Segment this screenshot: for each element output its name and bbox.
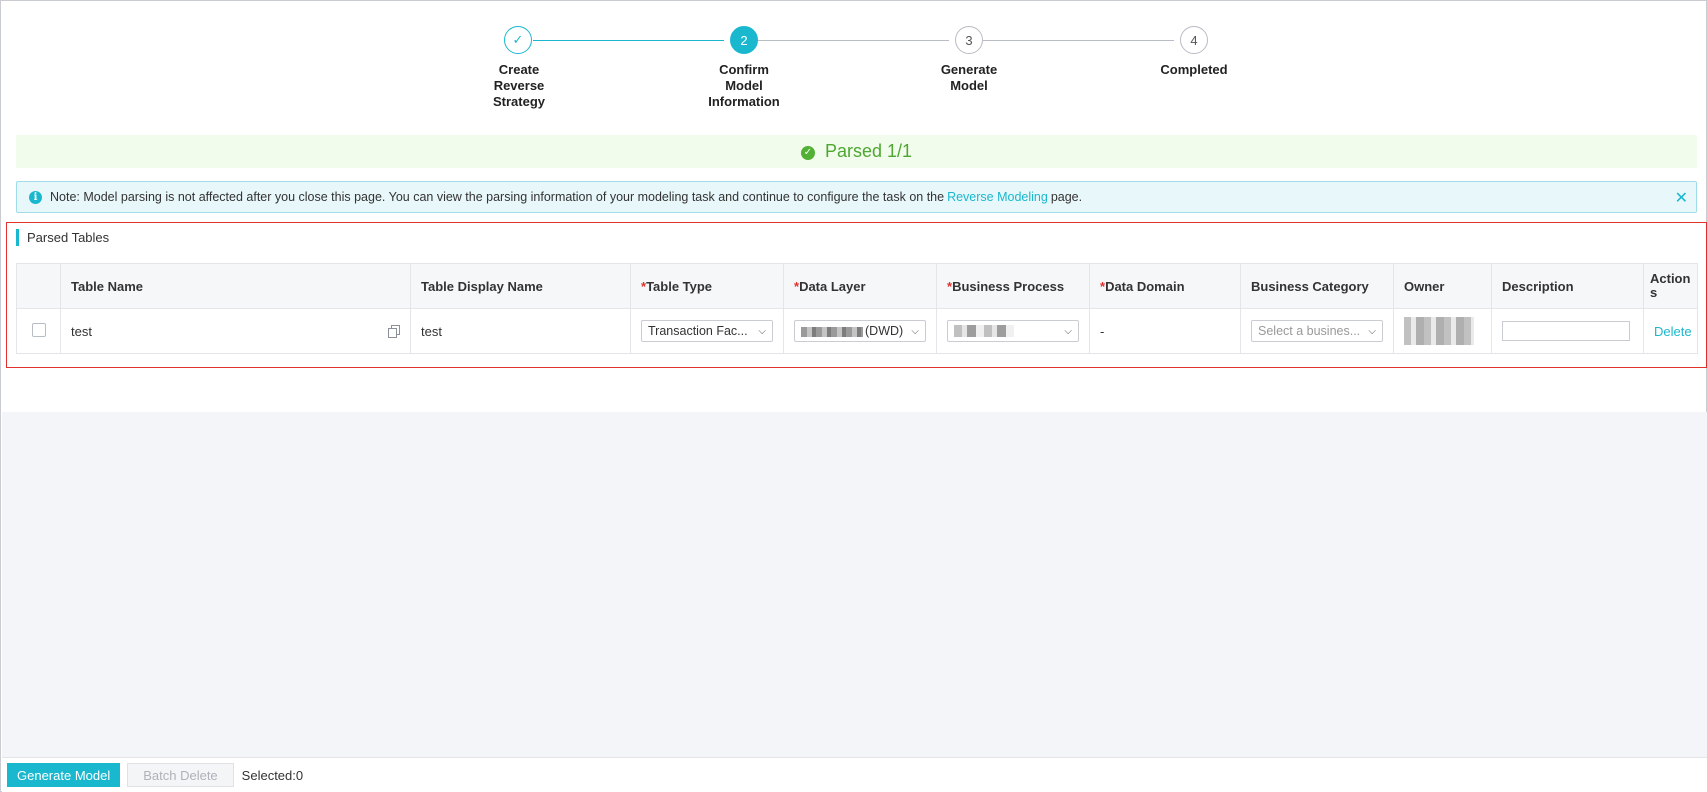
row-select-cell [16, 308, 61, 354]
col-data-domain: *Data Domain [1089, 263, 1241, 309]
col-business-process: *Business Process [936, 263, 1090, 309]
step-2-circle: 2 [730, 26, 758, 54]
empty-content-area [2, 412, 1707, 757]
col-owner: Owner [1393, 263, 1492, 309]
table-type-cell: Transaction Fac... ⌵ [630, 308, 784, 354]
info-icon: i [29, 190, 42, 204]
business-process-select[interactable]: ⌵ [947, 320, 1079, 342]
chevron-down-icon: ⌵ [1368, 325, 1376, 337]
business-category-placeholder: Select a busines... [1258, 324, 1361, 338]
app-frame: ✓ 2 3 4 Create Reverse Strategy Confirm … [0, 0, 1707, 792]
redacted-owner [1404, 317, 1474, 345]
col-display-name: Table Display Name [410, 263, 631, 309]
info-note: i Note: Model parsing is not affected af… [16, 181, 1697, 213]
redacted-text [801, 326, 863, 337]
table-name-cell: test [60, 308, 411, 354]
parse-status-banner: ✓ Parsed 1/1 [16, 135, 1697, 168]
col-table-name: Table Name [60, 263, 411, 309]
step-connector [983, 40, 1174, 41]
step-connector [533, 40, 724, 41]
generate-model-button[interactable]: Generate Model [7, 763, 121, 787]
chevron-down-icon: ⌵ [1064, 325, 1072, 337]
business-category-cell: Select a busines... ⌵ [1240, 308, 1394, 354]
data-domain-cell: - [1089, 308, 1241, 354]
col-business-category: Business Category [1240, 263, 1394, 309]
table-name-value: test [71, 323, 92, 339]
row-checkbox[interactable] [31, 322, 46, 337]
step-3-label: Generate Model [940, 62, 998, 93]
step-1-check-icon: ✓ [504, 26, 532, 54]
section-title: Parsed Tables [16, 229, 109, 246]
display-name-cell: test [410, 308, 631, 354]
reverse-modeling-link[interactable]: Reverse Modeling [947, 190, 1048, 204]
col-description: Description [1491, 263, 1644, 309]
col-business-process-label: Business Process [952, 278, 1065, 294]
note-text: Note: Model parsing is not affected afte… [50, 190, 945, 204]
business-process-cell: ⌵ [936, 308, 1090, 354]
col-data-domain-label: Data Domain [1105, 278, 1185, 294]
selected-count: Selected:0 [241, 767, 304, 783]
parsed-tables-table: Table Name Table Display Name *Table Typ… [16, 263, 1698, 354]
business-category-select[interactable]: Select a busines... ⌵ [1251, 320, 1383, 342]
select-column-header [16, 263, 61, 309]
chevron-down-icon: ⌵ [758, 325, 766, 337]
close-icon[interactable]: ✕ [1675, 188, 1688, 208]
data-layer-cell: (DWD) ⌵ [783, 308, 937, 354]
step-1-label: Create Reverse Strategy [492, 62, 546, 109]
col-table-type-label: Table Type [646, 278, 713, 294]
step-2-label: Confirm Model Information [708, 62, 780, 109]
step-4-label: Completed [1160, 62, 1228, 77]
step-connector [758, 40, 949, 41]
batch-delete-button[interactable]: Batch Delete [127, 763, 234, 787]
table-row: test test Transaction Fac... ⌵ (DWD) ⌵ ⌵… [16, 308, 1698, 354]
actions-cell: Delete [1643, 308, 1698, 354]
delete-link[interactable]: Delete [1654, 324, 1692, 339]
col-data-layer-label: Data Layer [799, 278, 866, 294]
table-header-row: Table Name Table Display Name *Table Typ… [16, 263, 1698, 309]
parse-status-text: Parsed 1/1 [824, 141, 913, 161]
footer-bar: Generate Model Batch Delete Selected:0 [2, 757, 1707, 792]
description-cell [1491, 308, 1644, 354]
col-data-layer: *Data Layer [783, 263, 937, 309]
col-actions: Actions [1643, 263, 1698, 309]
step-3-circle: 3 [955, 26, 983, 54]
data-layer-suffix: (DWD) [865, 324, 904, 338]
description-input[interactable] [1502, 321, 1630, 341]
owner-cell [1393, 308, 1492, 354]
data-layer-select[interactable]: (DWD) ⌵ [794, 320, 926, 342]
table-type-value: Transaction Fac... [648, 324, 748, 338]
data-layer-value: (DWD) [801, 324, 903, 338]
note-text-end: page. [1050, 190, 1083, 204]
col-table-type: *Table Type [630, 263, 784, 309]
redacted-text [954, 325, 1014, 337]
step-4-circle: 4 [1180, 26, 1208, 54]
chevron-down-icon: ⌵ [911, 325, 919, 337]
table-type-select[interactable]: Transaction Fac... ⌵ [641, 320, 773, 342]
check-circle-icon: ✓ [800, 145, 815, 160]
step-progress: ✓ 2 3 4 Create Reverse Strategy Confirm … [1, 1, 1707, 121]
copy-icon[interactable] [388, 324, 400, 338]
